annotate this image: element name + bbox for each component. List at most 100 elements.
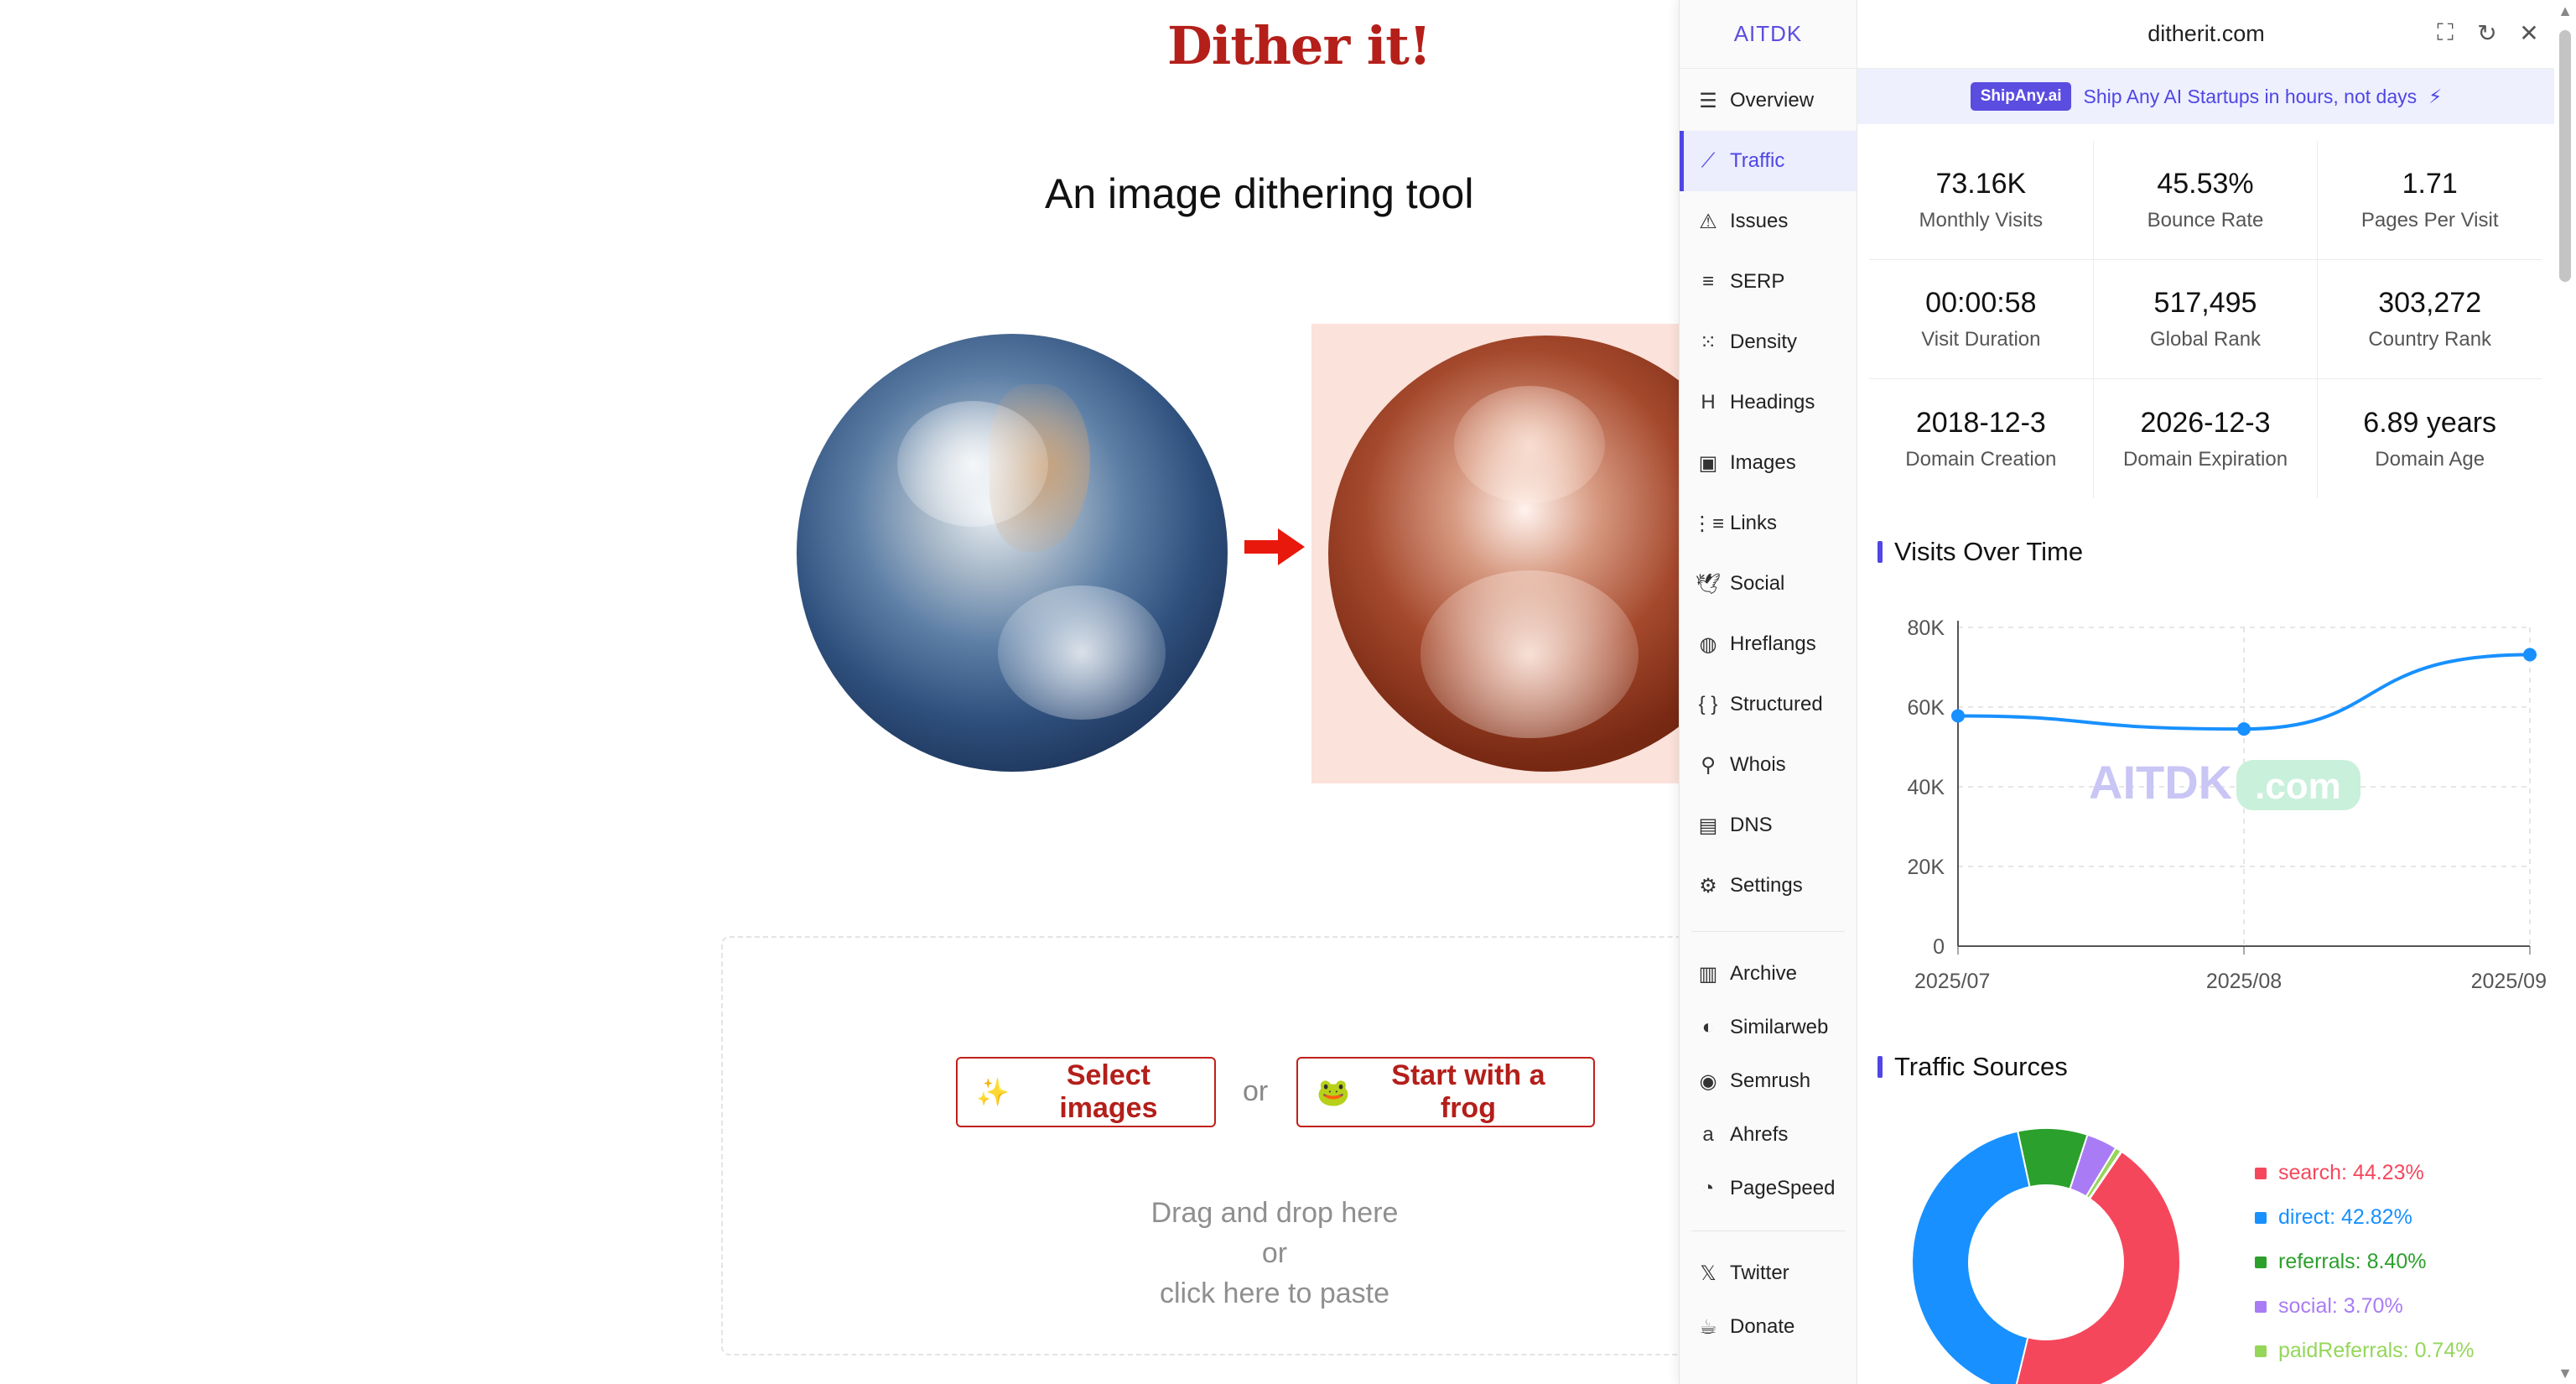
sidebar-item-label: Whois: [1730, 753, 1786, 776]
stat-label: Domain Creation: [1905, 447, 2057, 471]
sidebar-item-label: Twitter: [1730, 1262, 1789, 1284]
stat-card: 6.89 years Domain Age: [2318, 379, 2542, 498]
donut-slice-direct[interactable]: [1911, 1130, 2031, 1384]
sidebar-item-archive[interactable]: ▥ Archive: [1680, 947, 1857, 1001]
start-with-frog-button[interactable]: 🐸 Start with a frog: [1296, 1057, 1595, 1127]
legend-item-direct[interactable]: direct: 42.82%: [2255, 1195, 2474, 1240]
sidebar-item-label: SERP: [1730, 270, 1785, 293]
sidebar-item-hreflangs[interactable]: ◍ Hreflangs: [1680, 614, 1857, 674]
sidebar-item-twitter[interactable]: 𝕏 Twitter: [1680, 1246, 1857, 1300]
stat-card: 73.16K Monthly Visits: [1869, 141, 2094, 259]
y-tick-label: 20K: [1908, 856, 1945, 879]
sidebar-item-label: Issues: [1730, 210, 1789, 232]
select-images-button[interactable]: ✨ Select images: [956, 1057, 1216, 1127]
y-tick-label: 60K: [1908, 696, 1945, 720]
stat-value: 45.53%: [2157, 168, 2254, 200]
sidebar-item-structured[interactable]: { } Structured: [1680, 674, 1857, 735]
legend-label: social: 3.70%: [2278, 1294, 2403, 1318]
server-icon: ▤: [1698, 814, 1718, 837]
sidebar-pagespeed-nav: ◔ PageSpeed: [1680, 1162, 1857, 1215]
sidebar-item-overview[interactable]: ☰ Overview: [1680, 70, 1857, 131]
sidebar-item-label: Links: [1730, 512, 1778, 534]
sidebar-item-images[interactable]: ▣ Images: [1680, 433, 1857, 493]
scroll-up-arrow-icon[interactable]: ▲: [2558, 3, 2573, 18]
sidebar-item-headings[interactable]: H Headings: [1680, 372, 1857, 433]
sidebar-item-traffic[interactable]: ⟋ Traffic: [1680, 131, 1857, 191]
archive-icon: ▥: [1698, 962, 1718, 986]
sidebar-item-label: Structured: [1730, 693, 1823, 715]
legend-item-paidReferrals[interactable]: paidReferrals: 0.74%: [2255, 1329, 2474, 1373]
stat-value: 2026-12-3: [2140, 406, 2271, 439]
promo-banner[interactable]: ShipAny.ai Ship Any AI Startups in hours…: [1857, 69, 2555, 124]
stats-row: 2018-12-3 Domain Creation 2026-12-3 Domain …: [1869, 379, 2542, 498]
stat-card: 2018-12-3 Domain Creation: [1869, 379, 2094, 498]
serp-icon: ≡: [1701, 270, 1714, 293]
scroll-down-arrow-icon[interactable]: ▼: [2558, 1366, 2573, 1381]
sidebar-item-semrush[interactable]: ◉ Semrush: [1680, 1054, 1857, 1108]
sidebar-item-donate[interactable]: ☕ Donate: [1680, 1300, 1857, 1354]
visits-data-point[interactable]: [2523, 648, 2537, 662]
sidebar-item-pagespeed[interactable]: ◔ PageSpeed: [1680, 1162, 1857, 1215]
sidebar-item-links[interactable]: ⋮≡ Links: [1680, 493, 1857, 554]
drag-hint-line3: click here to paste: [1159, 1277, 1390, 1309]
stat-value: 00:00:58: [1925, 287, 2037, 319]
stat-card: 303,272 Country Rank: [2318, 260, 2542, 378]
sidebar-item-settings[interactable]: ⚙ Settings: [1680, 856, 1857, 916]
aitdk-extension-panel: AITDK ☰ Overview ⟋ Traffic ⚠ Issues ≡ SERP ⁙ Dens…: [1679, 0, 2555, 1384]
stat-label: Country Rank: [2368, 328, 2492, 351]
page-scrollbar[interactable]: ▲ ▼: [2554, 0, 2576, 1384]
traffic-sources-donut-chart: [1911, 1127, 2182, 1384]
sidebar-item-whois[interactable]: ⚲ Whois: [1680, 735, 1857, 795]
legend-item-mail[interactable]: mail: 0.10%: [2255, 1373, 2474, 1384]
legend-item-search[interactable]: search: 44.23%: [2255, 1151, 2474, 1195]
close-icon[interactable]: ✕: [2516, 20, 2542, 46]
ahrefs-icon: a: [1702, 1123, 1714, 1146]
sidebar-item-issues[interactable]: ⚠ Issues: [1680, 191, 1857, 252]
dithered-earth-image: [1311, 324, 1679, 783]
sidebar-item-dns[interactable]: ▤ DNS: [1680, 795, 1857, 856]
image-icon: ▣: [1698, 451, 1718, 475]
stat-value: 303,272: [2378, 287, 2482, 319]
sidebar-item-ahrefs[interactable]: a Ahrefs: [1680, 1108, 1857, 1162]
sidebar-item-label: Semrush: [1730, 1069, 1811, 1092]
aitdk-brand[interactable]: AITDK: [1680, 0, 1857, 69]
sidebar-item-social[interactable]: 🕊 Social: [1680, 554, 1857, 614]
select-images-label: Select images: [1059, 1059, 1158, 1124]
scrollbar-thumb[interactable]: [2559, 30, 2571, 282]
sidebar-item-similarweb[interactable]: ◐ Similarweb: [1680, 1001, 1857, 1054]
legend-label: direct: 42.82%: [2278, 1205, 2412, 1229]
visits-data-point[interactable]: [1951, 709, 1965, 723]
original-earth-image: [797, 334, 1228, 772]
stat-card: 517,495 Global Rank: [2094, 260, 2319, 378]
x-icon: 𝕏: [1700, 1262, 1716, 1285]
y-tick-label: 0: [1933, 935, 1945, 959]
traffic-sources-title: Traffic Sources: [1877, 1052, 2068, 1082]
drag-drop-hint[interactable]: Drag and drop here or click here to past…: [1090, 1193, 1459, 1314]
page-subtitle: An image dithering tool: [1045, 170, 1474, 217]
sidebar-item-label: Social: [1730, 572, 1785, 595]
sidebar-item-serp[interactable]: ≡ SERP: [1680, 252, 1857, 312]
sidebar-item-label: Hreflangs: [1730, 632, 1816, 655]
current-domain: ditherit.com: [2148, 21, 2265, 46]
legend-item-social[interactable]: social: 3.70%: [2255, 1284, 2474, 1329]
legend-swatch: [2255, 1256, 2267, 1268]
panel-sidebar: AITDK ☰ Overview ⟋ Traffic ⚠ Issues ≡ SERP ⁙ Dens…: [1680, 0, 1857, 1384]
start-with-frog-label: Start with a frog: [1391, 1059, 1545, 1124]
x-tick-label: 2025/07: [1914, 970, 1990, 993]
sidebar-item-density[interactable]: ⁙ Density: [1680, 312, 1857, 372]
legend-item-referrals[interactable]: referrals: 8.40%: [2255, 1240, 2474, 1284]
visits-data-point[interactable]: [2237, 722, 2251, 736]
sidebar-item-label: Density: [1730, 330, 1798, 353]
stat-value: 1.71: [2402, 168, 2458, 200]
legend-label: referrals: 8.40%: [2278, 1250, 2427, 1273]
drag-hint-line2: or: [1261, 1237, 1288, 1269]
promo-text: Ship Any AI Startups in hours, not days: [2083, 85, 2418, 107]
sidebar-social-nav: 𝕏 Twitter ☕ Donate: [1680, 1246, 1857, 1354]
or-text: or: [1243, 1075, 1269, 1107]
refresh-icon[interactable]: ↻: [2475, 20, 2500, 46]
crop-icon[interactable]: ⛶: [2433, 19, 2458, 45]
panel-content: ditherit.com ⛶ ↻ ✕ ShipAny.ai Ship Any A…: [1857, 0, 2555, 1384]
site-logo-title[interactable]: Dither it!: [1167, 15, 1431, 76]
sidebar-item-label: Traffic: [1730, 149, 1785, 172]
visits-over-time-title: Visits Over Time: [1877, 537, 2083, 567]
